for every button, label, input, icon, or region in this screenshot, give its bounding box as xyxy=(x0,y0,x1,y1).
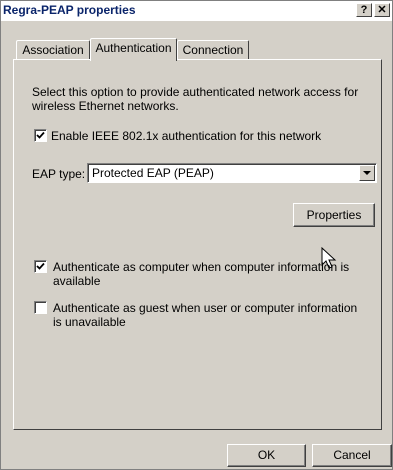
auth-as-computer-checkbox[interactable] xyxy=(34,260,47,273)
tab-authentication[interactable]: Authentication xyxy=(90,38,177,61)
auth-as-guest-checkbox[interactable] xyxy=(34,301,47,314)
checkmark-icon xyxy=(36,262,45,270)
checkmark-icon xyxy=(36,131,45,139)
title-bar[interactable]: Regra-PEAP properties ? ✕ xyxy=(1,1,392,21)
enable-8021x-checkbox[interactable] xyxy=(34,129,47,142)
eap-type-value: Protected EAP (PEAP) xyxy=(92,166,214,180)
window-title: Regra-PEAP properties xyxy=(3,3,136,17)
dropdown-button[interactable] xyxy=(359,165,375,181)
eap-type-label: EAP type: xyxy=(32,167,86,181)
eap-type-select[interactable]: Protected EAP (PEAP) xyxy=(87,163,377,183)
properties-button[interactable]: Properties xyxy=(293,203,375,227)
description-text: Select this option to provide authentica… xyxy=(32,85,359,113)
cancel-button[interactable]: Cancel xyxy=(312,444,392,467)
chevron-down-icon xyxy=(363,171,371,175)
enable-8021x-label[interactable]: Enable IEEE 802.1x authentication for th… xyxy=(51,129,371,143)
auth-as-guest-label[interactable]: Authenticate as guest when user or compu… xyxy=(53,301,363,329)
tab-panel xyxy=(13,59,382,430)
tab-association[interactable]: Association xyxy=(16,40,90,60)
close-button[interactable]: ✕ xyxy=(374,3,390,17)
help-button[interactable]: ? xyxy=(356,3,372,17)
tab-connection[interactable]: Connection xyxy=(177,40,249,60)
auth-as-computer-label[interactable]: Authenticate as computer when computer i… xyxy=(53,260,353,288)
ok-button[interactable]: OK xyxy=(227,444,306,467)
properties-dialog: Regra-PEAP properties ? ✕ Association Au… xyxy=(0,0,393,470)
